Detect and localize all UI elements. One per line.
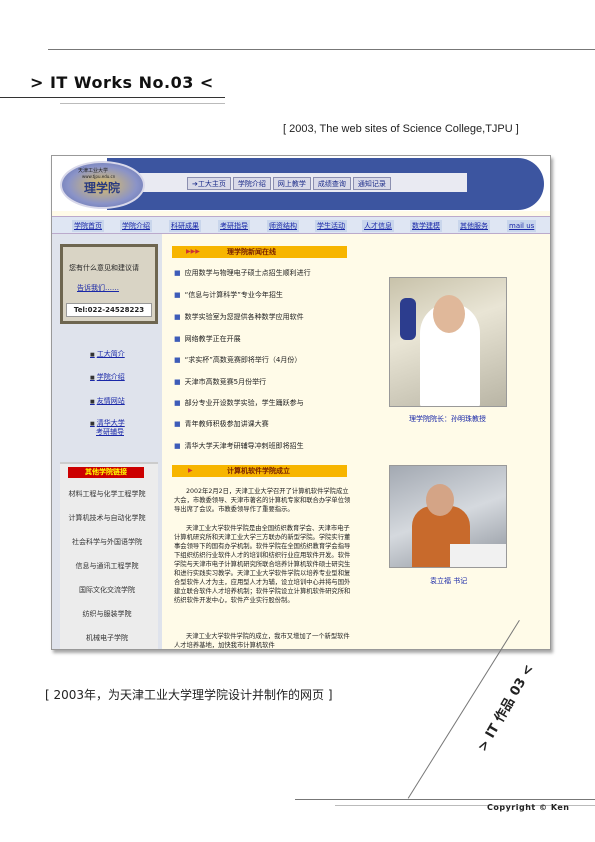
nav-college-home[interactable]: 学院首页 xyxy=(72,220,104,232)
english-caption: [ 2003, The web sites of Science College… xyxy=(283,123,519,135)
college-paragraph: 2002年2月2日，天津工业大学召开了计算机软件学院成立大会，市教委领导、天津市… xyxy=(174,488,351,513)
site-header: 天津工业大学 www.tjpu.edu.cn 理学院 ➔工大主页 学院介绍 网上… xyxy=(52,156,550,211)
news-item[interactable]: ■ 网络教学正在开展 xyxy=(174,334,241,344)
top-nav: ➔工大主页 学院介绍 网上教学 成绩查询 通知记录 xyxy=(187,177,391,190)
news-item[interactable]: ■ 部分专业开设数学实验，学生踊跃参与 xyxy=(174,398,304,408)
bullet-icon: ■ xyxy=(174,399,181,407)
side-link-postgrad-tutoring[interactable]: 考研辅导 xyxy=(96,427,124,437)
dean-photo xyxy=(389,277,507,407)
title-underline xyxy=(0,97,225,98)
dean-caption: 理学院院长：孙明珠教授 xyxy=(409,415,486,423)
news-item[interactable]: ■ “信息与计算科学”专业今年招生 xyxy=(174,290,283,300)
triple-arrow-icon: ▶▶▶ xyxy=(186,248,200,255)
side-link-friend-sites[interactable]: ■ 友情网站 xyxy=(90,396,125,406)
topnav-university-home[interactable]: ➔工大主页 xyxy=(187,177,231,190)
contact-question: 您有什么意见和建议请 xyxy=(69,264,139,272)
telephone-number: Tel:022-24528223 xyxy=(66,303,152,317)
topnav-college-intro[interactable]: 学院介绍 xyxy=(232,177,271,190)
nav-college-intro[interactable]: 学院介绍 xyxy=(120,220,152,232)
news-item[interactable]: ■ 清华大学天津考研辅导冲刺班即将招生 xyxy=(174,441,304,451)
college-paragraph: 天津工业大学软件学院的成立，我市又增加了一个新型软件人才培养基地，加快我市计算机… xyxy=(174,633,350,649)
chinese-caption: [ 2003年，为天津工业大学理学院设计并制作的网页 ] xyxy=(45,688,333,702)
bullet-icon: ■ xyxy=(174,335,181,343)
head-shape xyxy=(426,484,454,516)
other-colleges-heading: 其他学院链接 xyxy=(68,467,144,478)
college-heading-bar: ▶ 计算机软件学院成立 xyxy=(172,465,347,477)
bullet-icon: ■ xyxy=(90,352,95,358)
secretary-caption: 袁立福 书记 xyxy=(430,577,468,585)
other-college-link[interactable]: 纺织与服装学院 xyxy=(52,609,162,619)
news-item[interactable]: ■ 应用数学与物理电子硕士点招生顺利进行 xyxy=(174,268,311,278)
news-item[interactable]: ■ 数学实验室为您提供各种数学应用软件 xyxy=(174,312,304,322)
nav-math-modeling[interactable]: 数学建模 xyxy=(410,220,442,232)
desk-shape xyxy=(450,544,506,567)
news-heading-bar: ▶▶▶ 理学院新闻在线 xyxy=(172,246,347,258)
head-shape xyxy=(433,295,465,333)
vertical-section-label: > IT 作品 03 < xyxy=(475,662,538,755)
bullet-icon: ■ xyxy=(90,421,95,427)
contact-link[interactable]: 告诉我们…… xyxy=(77,283,119,293)
nav-mail-us[interactable]: mail us xyxy=(507,220,537,232)
website-screenshot: 天津工业大学 www.tjpu.edu.cn 理学院 ➔工大主页 学院介绍 网上… xyxy=(51,155,551,650)
bullet-icon: ■ xyxy=(174,356,181,364)
nav-talent-info[interactable]: 人才信息 xyxy=(362,220,394,232)
bullet-icon: ■ xyxy=(174,378,181,386)
works-title: > IT Works No.03 < xyxy=(30,73,214,92)
bottom-rule xyxy=(295,799,595,800)
college-heading: 计算机软件学院成立 xyxy=(227,467,290,475)
topnav-notices[interactable]: 通知记录 xyxy=(352,177,391,190)
news-item[interactable]: ■ “求实杯”高数竞赛即将举行（4月份） xyxy=(174,355,301,365)
secretary-photo xyxy=(389,465,507,568)
other-college-link[interactable]: 材料工程与化学工程学院 xyxy=(52,489,162,499)
topnav-grade-query[interactable]: 成绩查询 xyxy=(312,177,351,190)
logo-university-text: 天津工业大学 xyxy=(78,168,109,174)
news-item[interactable]: ■ 天津市高数竞赛5月份举行 xyxy=(174,377,266,387)
bullet-icon: ■ xyxy=(174,269,181,277)
top-rule xyxy=(48,49,595,50)
bullet-icon: ■ xyxy=(174,420,181,428)
nav-postgrad-guide[interactable]: 考研指导 xyxy=(218,220,250,232)
vase-shape xyxy=(400,298,416,340)
bullet-icon: ■ xyxy=(174,313,181,321)
topnav-online-teaching[interactable]: 网上教学 xyxy=(272,177,311,190)
other-college-link[interactable]: 社会科学与外国语学院 xyxy=(52,537,162,547)
college-paragraph: 天津工业大学软件学院是由全国纺织教育学会、天津市电子计算机研究所和天津工业大学三… xyxy=(174,525,351,604)
main-nav: 学院首页 学院介绍 科研成果 考研指导 师资结构 学生活动 人才信息 数学建模 … xyxy=(52,216,550,234)
contact-box: 您有什么意见和建议请 告诉我们…… Tel:022-24528223 xyxy=(60,244,158,324)
nav-faculty[interactable]: 师资结构 xyxy=(267,220,299,232)
nav-student-activities[interactable]: 学生活动 xyxy=(315,220,347,232)
other-college-link[interactable]: 计算机技术与自动化学院 xyxy=(52,513,162,523)
bullet-icon: ■ xyxy=(90,375,95,381)
bullet-icon: ■ xyxy=(90,399,95,405)
news-heading: 理学院新闻在线 xyxy=(227,248,276,256)
other-college-link[interactable]: 机械电子学院 xyxy=(52,633,162,643)
copyright-text: Copyright © Ken xyxy=(487,803,570,812)
bullet-icon: ■ xyxy=(174,291,181,299)
news-item[interactable]: ■ 青年教师积极参加讲课大赛 xyxy=(174,419,269,429)
side-link-college-intro[interactable]: ■ 学院介绍 xyxy=(90,372,125,382)
other-college-link[interactable]: 国际文化交流学院 xyxy=(52,585,162,595)
nav-research[interactable]: 科研成果 xyxy=(169,220,201,232)
logo-college-name: 理学院 xyxy=(84,181,121,195)
title-underline-light xyxy=(60,103,225,104)
side-link-university-intro[interactable]: ■ 工大简介 xyxy=(90,349,125,359)
bullet-icon: ■ xyxy=(174,442,181,450)
arrow-icon: ▶ xyxy=(188,467,193,474)
other-college-link[interactable]: 信息与通讯工程学院 xyxy=(52,561,162,571)
nav-other-services[interactable]: 其他服务 xyxy=(458,220,490,232)
